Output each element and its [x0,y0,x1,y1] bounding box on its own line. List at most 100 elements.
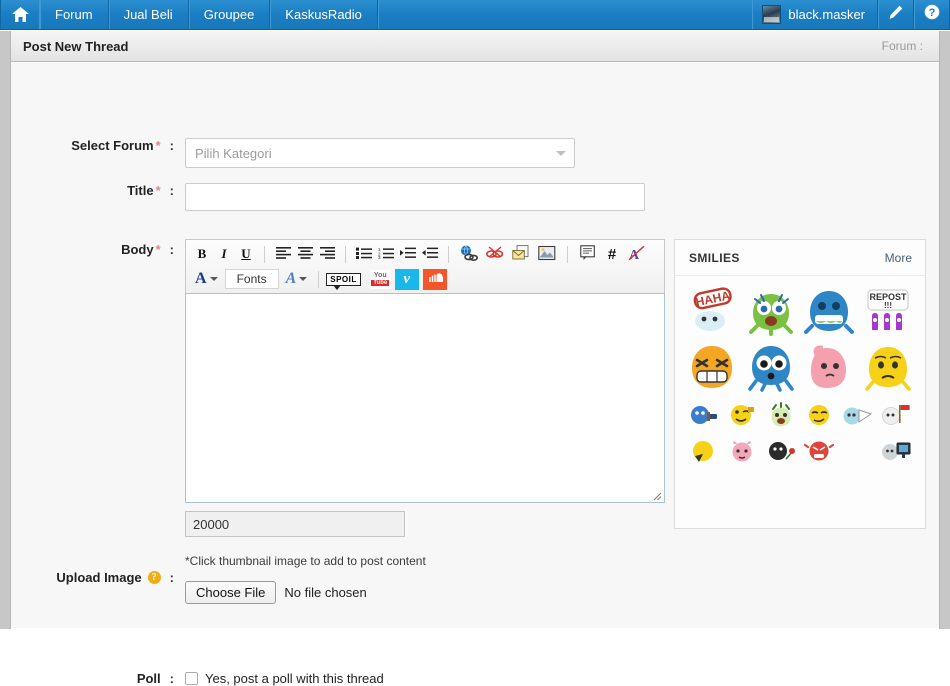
select-forum-value: Pilih Kategori [195,145,272,161]
align-right-button[interactable] [316,244,338,264]
toolbar-divider [567,245,568,263]
bullet-list-button[interactable] [353,244,375,264]
file-picker: Choose File No file chosen [185,581,426,604]
required-marker: * [155,183,161,198]
remove-format-icon: A [628,245,645,264]
remove-link-button[interactable] [482,244,508,264]
avatar [762,5,782,24]
label-text: Upload Image [56,570,142,585]
smiley-blue-flag-white[interactable] [842,402,873,430]
required-marker: * [155,242,161,257]
remove-link-icon [486,245,504,264]
label-colon: : [169,671,174,686]
soundcloud-button[interactable] [422,268,447,290]
toolbar-divider [448,245,449,263]
insert-link-button[interactable] [456,244,482,264]
toolbar-row-1: B I U 1 2 3 # [191,243,660,265]
smiley-yellow-sleep[interactable] [689,438,719,466]
smiley-grey-monitor[interactable] [881,438,911,466]
field-row-select-forum: Select Forum *: Pilih Kategori [11,138,941,168]
insert-link-icon [460,244,478,264]
panel-header: Post New Thread Forum : [11,31,939,62]
poll-label: Poll: [11,671,174,686]
remove-format-button[interactable]: A [623,244,649,264]
nav-item-jual-beli[interactable]: Jual Beli [109,0,189,29]
page-right-margin [940,31,950,629]
align-center-button[interactable] [294,244,316,264]
smilies-more-link[interactable]: More [885,251,912,265]
top-navigation-bar: Forum Jual Beli Groupee KaskusRadio blac… [0,0,950,30]
smiley-haha[interactable]: HAHA [686,284,738,336]
user-menu[interactable]: black.masker [752,0,878,29]
toolbar-row-2: A Fonts A SPOIL You Tube v [191,268,660,290]
svg-text:3: 3 [378,255,381,259]
youtube-icon-top: You [373,272,387,279]
italic-button[interactable]: I [213,244,235,264]
smilies-grid-small-wrap [675,394,925,466]
smiley-red-angry[interactable] [804,438,835,466]
fonts-dropdown[interactable]: Fonts [224,269,279,289]
body-textarea[interactable] [185,293,665,503]
smiley-green-party[interactable] [766,402,796,430]
smilies-grid-small [685,402,915,466]
underline-button[interactable]: U [235,244,257,264]
indent-decrease-icon [422,247,438,262]
smiley-pink-shy[interactable] [803,340,855,392]
editor-toolbar: B I U 1 2 3 # A Fonts A SPOIL You Tube v [185,239,665,293]
title-input[interactable] [185,183,645,211]
smiley-yellow-smirk[interactable] [804,402,834,430]
pencil-icon [888,5,903,25]
smiley-blue-hammer[interactable] [689,402,719,430]
smiley-repost[interactable]: REPOST !!! [862,284,914,336]
smiley-blue-teeth[interactable] [803,284,855,336]
youtube-button[interactable]: You Tube [369,269,391,289]
post-new-thread-panel: Post New Thread Forum : Select Forum *: P… [10,31,941,686]
smilies-panel: SMILIES More HAHA REPOST !!! [674,239,926,529]
spoiler-label: SPOIL [330,274,357,284]
vimeo-icon: v [403,270,411,287]
character-counter-value: 20000 [193,516,230,532]
nav-label: KaskusRadio [285,7,362,22]
bold-button[interactable]: B [191,244,213,264]
select-forum-dropdown[interactable]: Pilih Kategori [185,138,575,168]
spoiler-button[interactable]: SPOIL [326,272,361,290]
code-hash-icon: # [607,245,617,263]
help-circle-icon[interactable]: ? [147,571,161,584]
numbered-list-button[interactable]: 1 2 3 [375,244,397,264]
indent-increase-button[interactable] [397,244,419,264]
label-text: Body [121,242,154,257]
quote-button[interactable] [575,244,601,264]
insert-email-button[interactable] [508,244,534,264]
chevron-down-icon [209,277,218,281]
smiley-yellow-sad[interactable] [862,340,914,392]
smiley-pink-blush[interactable] [727,438,757,466]
choose-file-button[interactable]: Choose File [185,581,277,604]
vimeo-button[interactable]: v [394,268,419,290]
poll-checkbox[interactable] [185,672,198,685]
home-icon [11,7,29,22]
nav-label: Jual Beli [123,7,173,22]
upload-image-label: Upload Image ? : [11,551,174,604]
nav-item-kaskusradio[interactable]: KaskusRadio [270,0,378,29]
home-button[interactable] [0,0,40,29]
smiley-black-rose[interactable] [766,438,796,466]
help-button[interactable]: ? [914,0,950,29]
nav-item-forum[interactable]: Forum [40,0,109,29]
poll-option: Yes, post a poll with this thread [185,671,384,686]
body-editor: B I U 1 2 3 # A Fonts A SPOIL You Tube v… [185,239,665,537]
smiley-yellow-wink[interactable] [727,402,757,430]
align-left-button[interactable] [272,244,294,264]
compose-button[interactable] [878,0,914,29]
insert-image-button[interactable] [534,244,560,264]
smiley-green-monster[interactable] [745,284,797,336]
font-color-button[interactable]: A [191,270,222,288]
code-hash-button[interactable]: # [601,244,623,264]
smiley-orange-grin[interactable] [686,340,738,392]
nav-item-groupee[interactable]: Groupee [189,0,271,29]
smiley-blank[interactable] [842,438,872,466]
youtube-icon-bottom: Tube [371,280,390,286]
smiley-white-flag-red[interactable] [881,402,911,430]
font-size-button[interactable]: A [282,270,312,288]
indent-decrease-button[interactable] [419,244,441,264]
smiley-blue-surprised[interactable] [745,340,797,392]
